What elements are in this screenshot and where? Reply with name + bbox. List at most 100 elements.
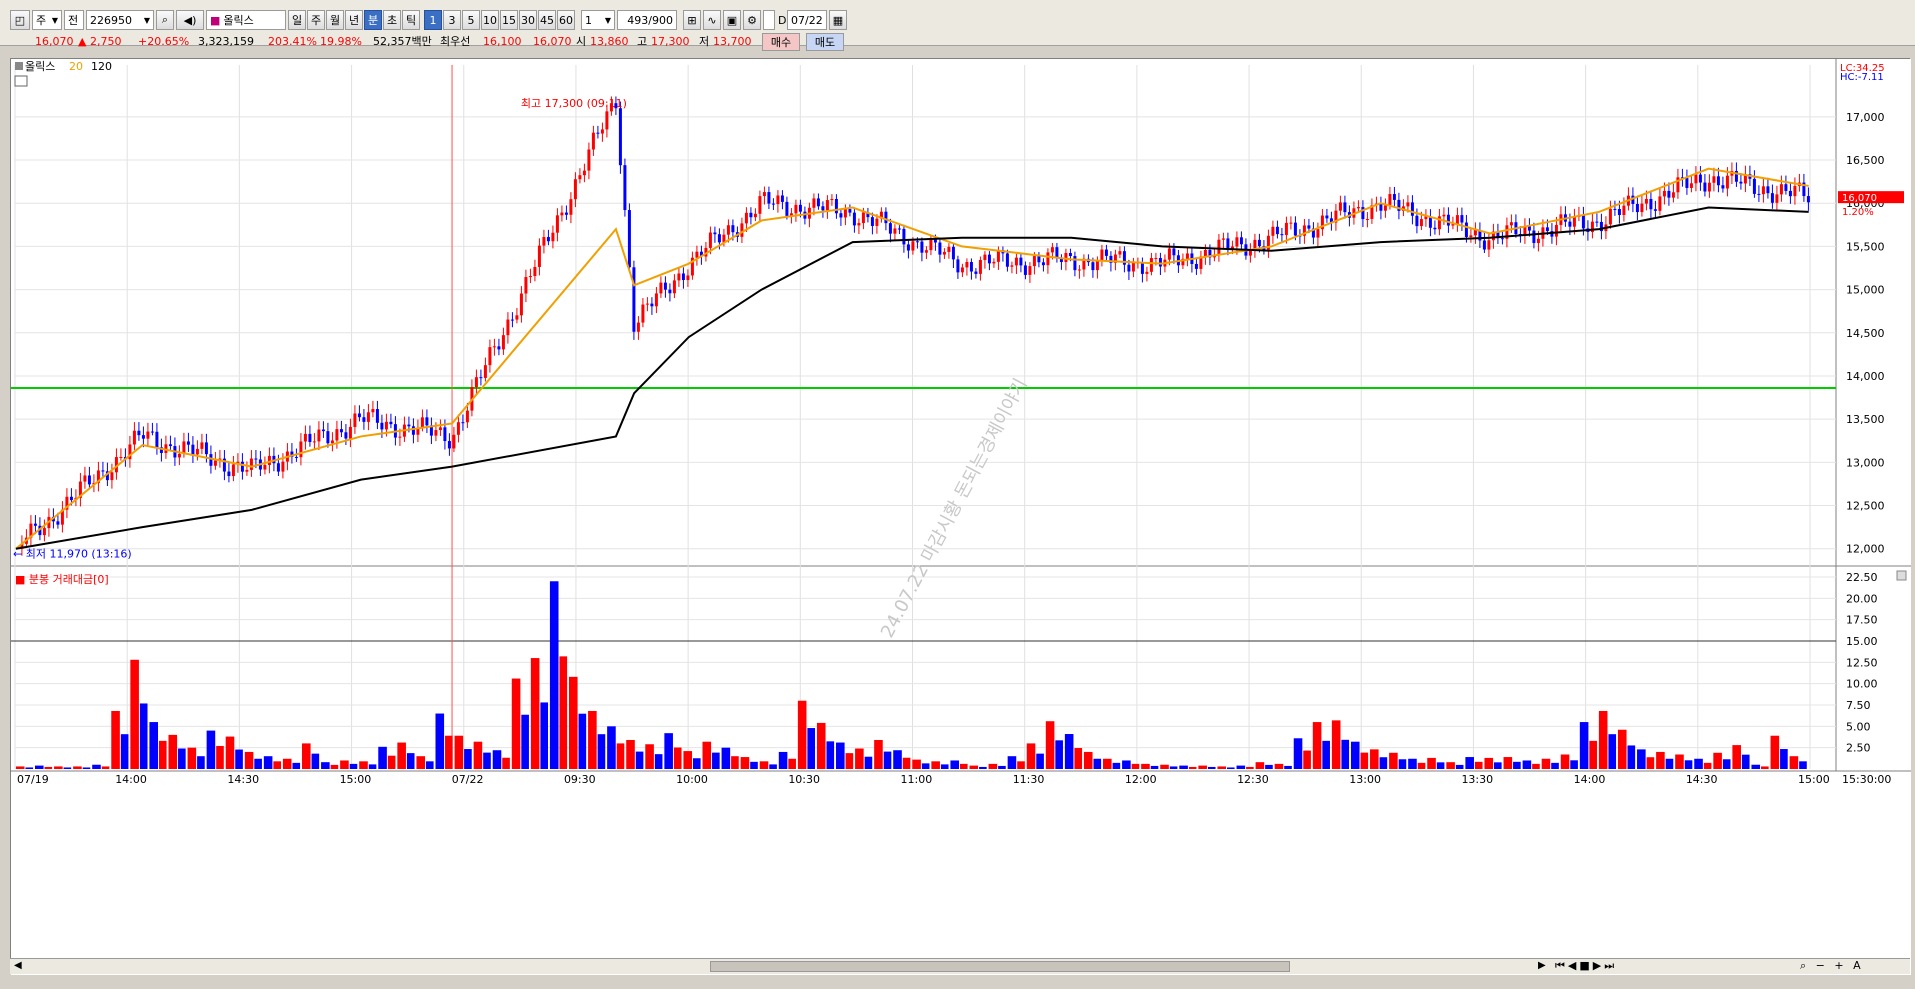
- candle-body-382: [1739, 181, 1743, 184]
- volume-tick-label-3: 15.00: [1846, 635, 1878, 648]
- candle-body-247: [1131, 262, 1135, 272]
- volume-bar-89: [1713, 752, 1722, 769]
- volume-bar-67: [1293, 738, 1303, 769]
- compare-icon[interactable]: ∿: [703, 10, 721, 30]
- candle-body-38: [191, 444, 195, 455]
- candle-body-73: [348, 426, 352, 439]
- playback-controls-icon[interactable]: ⏮◀■▶⏭: [1555, 959, 1617, 973]
- interval-button-30[interactable]: 30: [519, 10, 537, 30]
- candle-body-112: [524, 277, 528, 294]
- date-checkbox[interactable]: [763, 10, 775, 30]
- sell-button[interactable]: 매도: [806, 33, 844, 51]
- interval-button-5[interactable]: 5: [462, 10, 480, 30]
- volume-bar-58: [1122, 760, 1131, 769]
- candle-body-146: [677, 273, 681, 281]
- buy-button[interactable]: 매수: [762, 33, 800, 51]
- volume-bar-73: [1408, 758, 1417, 769]
- x-tick-label-12: 13:00: [1349, 773, 1381, 786]
- zoom-controls-icon[interactable]: ⌕ − + A: [1800, 959, 1864, 973]
- period-button-1[interactable]: 주: [307, 10, 325, 30]
- interval-button-45[interactable]: 45: [538, 10, 556, 30]
- trade-amount: 52,357백만: [373, 35, 432, 48]
- candle-body-190: [875, 218, 879, 226]
- scroll-left-icon[interactable]: ◀: [14, 960, 22, 971]
- market-select[interactable]: 전: [64, 10, 84, 30]
- volume-bar-b-70: [1360, 752, 1369, 769]
- period-button-0[interactable]: 일: [288, 10, 306, 30]
- chart-area[interactable]: 07/19 14:00 14:30 15:00 07/22 09:30 10:00 10:30…: [10, 58, 1911, 975]
- period-button-4[interactable]: 분: [364, 10, 382, 30]
- candle-body-72: [344, 432, 348, 439]
- scroll-right-icon[interactable]: ▶: [1538, 960, 1546, 971]
- volume-bar-b-31: [616, 743, 625, 769]
- volume-tick-label-6: 7.50: [1846, 699, 1871, 712]
- candle-body-364: [1658, 196, 1662, 211]
- candle-body-148: [686, 275, 690, 281]
- volume-bar-b-44: [864, 756, 873, 769]
- volume-bar-b-66: [1284, 765, 1292, 769]
- horizontal-scrollbar[interactable]: ◀ ▶ ⏮◀■▶⏭ ⌕ − + A: [10, 958, 1910, 974]
- interval-button-10[interactable]: 10: [481, 10, 499, 30]
- period-button-6[interactable]: 틱: [402, 10, 420, 30]
- candle-body-145: [672, 280, 676, 294]
- candle-body-180: [830, 198, 834, 201]
- candle-body-394: [1793, 186, 1797, 197]
- stock-name-field[interactable]: ■ 올릭스: [206, 10, 286, 30]
- volume-bar-b-80: [1551, 762, 1559, 769]
- volume-bar-49: [950, 760, 960, 769]
- search-icon[interactable]: ⌕: [156, 10, 174, 30]
- interval-button-1[interactable]: 1: [424, 10, 442, 30]
- candle-body-221: [1014, 257, 1018, 266]
- candle-body-8: [56, 521, 60, 525]
- candle-body-69: [330, 440, 334, 444]
- candle-body-216: [992, 261, 996, 264]
- interval-button-3[interactable]: 3: [443, 10, 461, 30]
- speaker-icon[interactable]: ◀): [176, 10, 204, 30]
- candle-body-387: [1761, 186, 1765, 195]
- stock-code-input[interactable]: 226950 ▼: [86, 10, 154, 30]
- candle-body-344: [1568, 221, 1572, 227]
- candle-body-314: [1433, 227, 1437, 230]
- chart-canvas[interactable]: 07/19 14:00 14:30 15:00 07/22 09:30 10:00 10:30…: [11, 59, 1911, 975]
- current-price: 16,070: [35, 35, 74, 48]
- kind-select[interactable]: 주 ▼: [32, 10, 62, 30]
- volume-bar-b-46: [902, 757, 911, 769]
- sell-button-label: 매도: [814, 36, 836, 49]
- candle-body-28: [146, 431, 150, 439]
- volume-bar-38: [740, 757, 750, 769]
- volume-bar-30: [588, 710, 597, 769]
- period-button-2[interactable]: 월: [326, 10, 344, 30]
- interval-button-15[interactable]: 15: [500, 10, 518, 30]
- count-field[interactable]: 493/900: [617, 10, 677, 30]
- volume-bar-b-36: [712, 752, 720, 769]
- candle-body-104: [488, 347, 492, 366]
- candle-body-185: [852, 212, 856, 226]
- candle-body-235: [1077, 269, 1081, 271]
- calendar-icon[interactable]: ▦: [829, 10, 847, 30]
- volume-bar-b-62: [1207, 766, 1216, 769]
- window-icon[interactable]: ◰: [10, 10, 30, 30]
- period-button-5[interactable]: 초: [383, 10, 401, 30]
- indicator-icon[interactable]: ⊞: [683, 10, 701, 30]
- scroll-thumb[interactable]: [710, 961, 1290, 972]
- date-input[interactable]: 07/22: [787, 10, 827, 30]
- save-icon[interactable]: ▣: [723, 10, 741, 30]
- candle-body-105: [492, 346, 496, 348]
- x-tick-label-4: 07/22: [452, 773, 484, 786]
- candle-body-362: [1649, 198, 1653, 210]
- period-button-3[interactable]: 년: [345, 10, 363, 30]
- chevron-down-icon: ▼: [143, 15, 150, 25]
- candle-body-367: [1671, 192, 1675, 198]
- candle-body-290: [1325, 215, 1329, 219]
- interval-select[interactable]: 1 ▼: [581, 10, 615, 30]
- candle-body-173: [798, 204, 802, 212]
- volume-bar-54: [1045, 721, 1055, 769]
- candle-body-217: [996, 250, 1000, 262]
- candle-body-125: [582, 170, 586, 176]
- volume-bar-0: [15, 766, 25, 769]
- volume-bar-44: [855, 748, 864, 769]
- interval-button-60[interactable]: 60: [557, 10, 575, 30]
- volume-bar-83: [1598, 710, 1608, 769]
- candle-body-214: [983, 254, 987, 261]
- gear-icon[interactable]: ⚙: [743, 10, 761, 30]
